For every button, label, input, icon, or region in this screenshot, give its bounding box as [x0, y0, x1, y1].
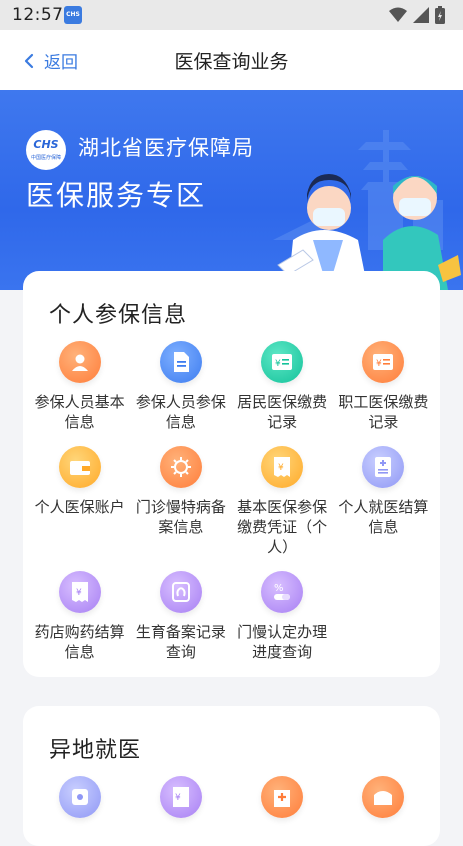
section-title: 个人参保信息	[49, 303, 188, 328]
page-title: 医保查询业务	[174, 51, 289, 73]
service-item-label: 基本医保参保缴费凭证（个人）	[237, 498, 328, 556]
remote-service-item[interactable]: ¥	[130, 776, 231, 818]
service-item-maternity-record[interactable]: 生育备案记录查询	[130, 571, 231, 662]
service-item-chronic-disease[interactable]: 门诊慢特病备案信息	[130, 446, 231, 557]
service-item-medical-settlement[interactable]: 个人就医结算信息	[333, 446, 434, 557]
service-item-label: 个人医保账户	[34, 498, 125, 516]
building-icon	[362, 776, 405, 818]
wifi-icon	[389, 7, 407, 22]
banner: CHS 中国医疗保障 湖北省医疗保障局 医保服务专区	[0, 90, 463, 290]
service-item-employee-payment[interactable]: ¥ 职工医保缴费记录	[333, 341, 434, 432]
service-grid: ¥	[29, 776, 434, 818]
service-item-label: 生育备案记录查询	[135, 623, 226, 661]
remote-service-item[interactable]	[232, 776, 333, 818]
service-item-label: 个人就医结算信息	[338, 498, 429, 536]
service-item-chronic-progress[interactable]: % 门慢认定办理进度查询	[232, 571, 333, 662]
chs-logo: CHS 中国医疗保障	[26, 130, 66, 170]
pill-icon: %	[261, 571, 304, 613]
service-item-label: 门慢认定办理进度查询	[237, 623, 328, 661]
service-item-label: 职工医保缴费记录	[338, 393, 429, 431]
logo-subtext: 中国医疗保障	[30, 155, 61, 161]
remote-service-item[interactable]	[29, 776, 130, 818]
service-item-label: 参保人员参保信息	[135, 393, 226, 431]
payment-record-icon: ¥	[261, 341, 304, 383]
svg-text:¥: ¥	[275, 359, 281, 369]
service-item-pharmacy-settlement[interactable]: ¥ 药店购药结算信息	[29, 571, 130, 662]
battery-icon	[435, 6, 445, 24]
medical-record-icon	[362, 446, 405, 488]
pharmacy-receipt-icon: ¥	[58, 571, 101, 613]
svg-text:%: %	[274, 583, 284, 594]
document-icon	[159, 341, 202, 383]
wallet-icon	[58, 446, 101, 488]
payment-record-icon: ¥	[362, 341, 405, 383]
status-icons	[389, 6, 445, 24]
service-item-resident-payment[interactable]: ¥ 居民医保缴费记录	[232, 341, 333, 432]
status-bar: 12:57 CHS	[0, 0, 463, 30]
service-item-label: 门诊慢特病备案信息	[135, 498, 226, 536]
bill-icon: ¥	[159, 776, 202, 818]
baby-icon	[159, 571, 202, 613]
service-item-label: 参保人员基本信息	[34, 393, 125, 431]
logo-text: CHS	[33, 138, 59, 151]
safe-icon	[58, 776, 101, 818]
service-item-label: 药店购药结算信息	[34, 623, 125, 661]
nav-bar: 返回 医保查询业务	[0, 30, 463, 90]
service-grid: 参保人员基本信息 参保人员参保信息 ¥ 居民医保缴费记录 ¥ 职工医保缴费记录 …	[29, 341, 434, 662]
hospital-icon	[261, 776, 304, 818]
remote-medical-card: 异地就医 ¥	[23, 706, 440, 846]
status-time: 12:57	[12, 5, 64, 25]
org-name: 湖北省医疗保障局	[78, 136, 254, 160]
service-item-label: 居民医保缴费记录	[237, 393, 328, 431]
doctors-illustration	[273, 130, 461, 290]
svg-text:¥: ¥	[76, 588, 82, 598]
service-item-payment-certificate[interactable]: ¥ 基本医保参保缴费凭证（个人）	[232, 446, 333, 557]
svg-text:¥: ¥	[376, 359, 382, 369]
svg-text:¥: ¥	[278, 463, 284, 473]
person-icon	[58, 341, 101, 383]
remote-service-item[interactable]	[333, 776, 434, 818]
zone-title: 医保服务专区	[26, 179, 207, 212]
section-title: 异地就医	[49, 738, 142, 763]
service-item-insurance-info[interactable]: 参保人员参保信息	[130, 341, 231, 432]
service-item-personal-account[interactable]: 个人医保账户	[29, 446, 130, 557]
app-notification-icon: CHS	[64, 6, 82, 24]
service-item-basic-info[interactable]: 参保人员基本信息	[29, 341, 130, 432]
personal-insurance-card: 个人参保信息 参保人员基本信息 参保人员参保信息 ¥ 居民医保缴费记录 ¥ 职工…	[23, 271, 440, 677]
receipt-icon: ¥	[261, 446, 304, 488]
virus-icon	[159, 446, 202, 488]
signal-icon	[413, 7, 429, 23]
svg-text:¥: ¥	[175, 793, 181, 803]
